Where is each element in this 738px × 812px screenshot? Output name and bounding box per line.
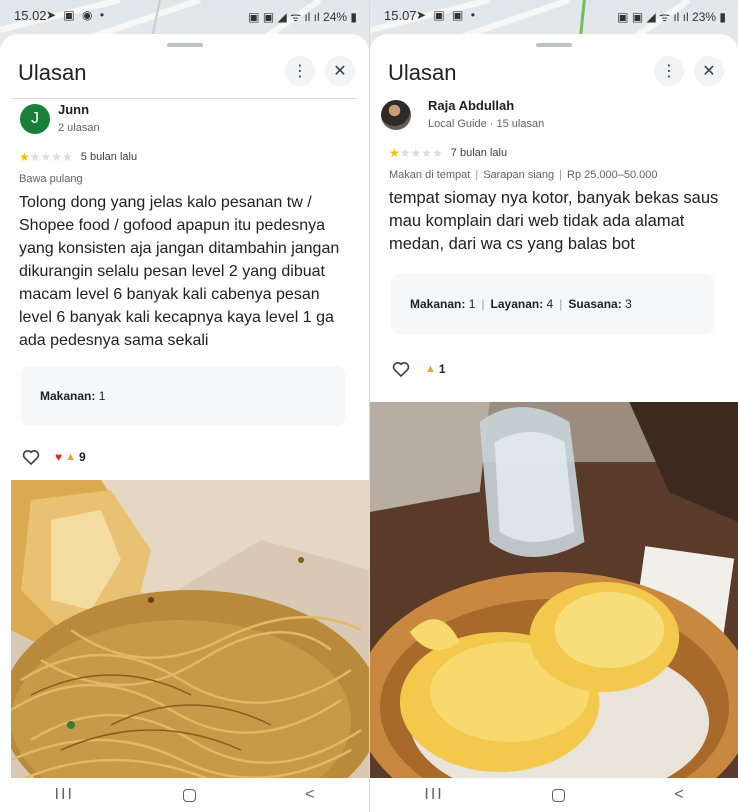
status-time: 15.02 — [14, 8, 47, 23]
reviewer-stats: 2 ulasan — [58, 122, 100, 134]
star-filled-icon: ★ — [389, 146, 400, 160]
system-navbar: III < — [0, 778, 369, 812]
heart-outline-icon[interactable] — [391, 359, 411, 379]
recents-button[interactable]: III — [55, 786, 74, 804]
tag-separator: | — [475, 169, 479, 181]
reviews-sheet: Ulasan ⋮ ✕ J Junn 2 ulasan ★★★★★ 5 bulan… — [0, 34, 369, 780]
reviewer-row[interactable]: J Junn 2 ulasan — [0, 100, 369, 144]
signal-icons: ▣ ▣ ◢ ᯤ ıl ıl — [248, 10, 324, 24]
review-card: J Junn 2 ulasan ★★★★★ 5 bulan lalu Bawa … — [0, 100, 369, 468]
review-tags: Makan di tempat | Sarapan siang | Rp 25.000–… — [389, 169, 738, 181]
reaction-summary[interactable]: ▲ 1 — [425, 362, 446, 376]
recents-button[interactable]: III — [424, 786, 443, 804]
reaction-count: 9 — [79, 450, 86, 464]
reaction-count: 1 — [438, 362, 446, 376]
review-age: 5 bulan lalu — [80, 151, 138, 163]
score-label: Makanan: — [40, 389, 96, 403]
star-rating: ★★★★★ — [389, 146, 443, 160]
sheet-title: Ulasan — [388, 60, 457, 85]
battery-percent: 23% — [692, 10, 717, 24]
review-text: Tolong dong yang jelas kalo pesanan tw /… — [19, 194, 340, 349]
star-empty-icon: ★★★★ — [399, 146, 443, 160]
more-options-button[interactable]: ⋮ — [285, 56, 315, 86]
review-tags: Bawa pulang — [19, 173, 369, 185]
close-button[interactable]: ✕ — [694, 56, 724, 86]
review-photo[interactable] — [370, 402, 738, 780]
review-photo[interactable] — [11, 480, 369, 780]
status-time: 15.07 — [384, 8, 417, 23]
score-box: Makanan: 1 | Layanan: 4 | Suasana: 3 — [391, 274, 714, 334]
review-text: tempat siomay nya kotor, banyak bekas sa… — [389, 189, 719, 253]
more-vert-icon: ⋮ — [661, 63, 677, 80]
close-icon: ✕ — [702, 63, 716, 80]
notification-icons: ➤ ▣ ▣ • — [416, 8, 477, 22]
drag-handle[interactable] — [166, 43, 203, 47]
food-photo-noodles — [11, 480, 369, 780]
status-right: ▣ ▣ ◢ ᯤ ıl ıl 24% ▮ — [248, 8, 357, 25]
tag: Bawa pulang — [19, 173, 83, 185]
heart-outline-icon[interactable] — [21, 447, 41, 467]
review-actions: ♥ ▲ 9 — [21, 446, 369, 468]
drag-handle[interactable] — [536, 43, 572, 47]
rating-row: ★★★★★ 7 bulan lalu — [389, 146, 738, 160]
home-button[interactable] — [182, 788, 196, 802]
score-label: Makanan: — [410, 297, 466, 311]
reaction-summary[interactable]: ♥ ▲ 9 — [55, 450, 86, 464]
score-value: 1 — [468, 297, 476, 311]
reviewer-name[interactable]: Junn — [58, 100, 369, 117]
more-options-button[interactable]: ⋮ — [654, 56, 684, 86]
reviewer-row[interactable]: Raja Abdullah Local Guide · 15 ulasan — [370, 96, 738, 140]
sheet-header: Ulasan ⋮ ✕ — [370, 56, 738, 94]
close-icon: ✕ — [333, 63, 347, 80]
tag: Makan di tempat — [389, 169, 471, 181]
reviewer-name[interactable]: Raja Abdullah — [428, 96, 738, 113]
score-separator: | — [559, 297, 563, 311]
food-photo-siomay — [370, 402, 738, 780]
score-label: Suasana: — [568, 297, 622, 311]
home-button[interactable] — [552, 788, 566, 802]
reviews-sheet: Ulasan ⋮ ✕ Raja Abdullah Local Guide · 1… — [370, 34, 738, 780]
star-filled-icon: ★ — [19, 150, 30, 164]
close-button[interactable]: ✕ — [325, 56, 355, 86]
sheet-title: Ulasan — [18, 60, 87, 85]
status-right: ▣ ▣ ◢ ᯤ ıl ıl 23% ▮ — [617, 8, 726, 25]
screen-right: 15.07 ➤ ▣ ▣ • ▣ ▣ ◢ ᯤ ıl ıl 23% ▮ Ulasan… — [369, 0, 738, 812]
tag: Sarapan siang — [483, 169, 555, 181]
score-label: Layanan: — [490, 297, 544, 311]
signal-icons: ▣ ▣ ◢ ᯤ ıl ıl — [617, 10, 693, 24]
battery-percent: 24% — [323, 10, 348, 24]
score-box: Makanan: 1 — [21, 366, 345, 426]
review-card: Raja Abdullah Local Guide · 15 ulasan ★★… — [370, 96, 738, 380]
back-button[interactable]: < — [674, 786, 683, 804]
star-empty-icon: ★★★★ — [29, 150, 73, 164]
pray-reaction-icon: ▲ — [425, 363, 436, 375]
score-separator: | — [481, 297, 485, 311]
pray-reaction-icon: ▲ — [65, 451, 77, 463]
score-value: 4 — [546, 297, 554, 311]
battery-icon: ▮ — [716, 10, 726, 24]
heart-reaction-icon: ♥ — [55, 450, 63, 464]
more-vert-icon: ⋮ — [292, 63, 308, 80]
rating-row: ★★★★★ 5 bulan lalu — [19, 150, 369, 164]
system-navbar: III < — [370, 778, 738, 812]
review-age: 7 bulan lalu — [450, 147, 508, 159]
screen-left: 15.02 ➤ ▣ ◉ • ▣ ▣ ◢ ᯤ ıl ıl 24% ▮ Ulasan… — [0, 0, 369, 812]
tag: Rp 25.000–50.000 — [567, 169, 658, 181]
back-button[interactable]: < — [305, 786, 314, 804]
header-divider — [12, 98, 357, 99]
score-value: 1 — [98, 389, 106, 403]
review-actions: ▲ 1 — [391, 358, 738, 380]
battery-icon: ▮ — [347, 10, 357, 24]
star-rating: ★★★★★ — [19, 150, 73, 164]
score-value: 3 — [625, 297, 632, 311]
avatar[interactable]: J — [20, 104, 50, 134]
notification-icons: ➤ ▣ ◉ • — [46, 8, 107, 22]
avatar[interactable] — [381, 100, 411, 130]
reviewer-stats: Local Guide · 15 ulasan — [428, 118, 545, 130]
sheet-header: Ulasan ⋮ ✕ — [0, 56, 369, 94]
tag-separator: | — [559, 169, 562, 181]
